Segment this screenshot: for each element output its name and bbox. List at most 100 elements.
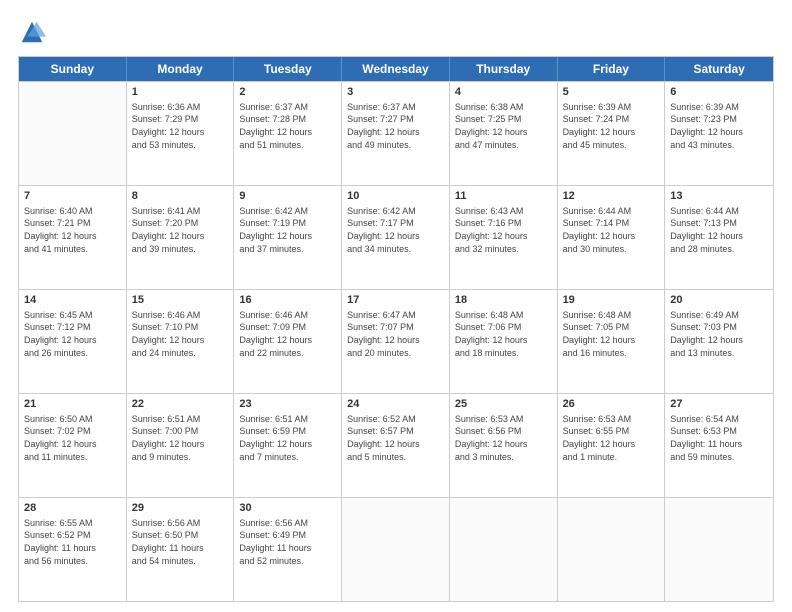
- calendar-row-2: 14Sunrise: 6:45 AMSunset: 7:12 PMDayligh…: [19, 289, 773, 393]
- day-number: 10: [347, 189, 444, 204]
- calendar-header: SundayMondayTuesdayWednesdayThursdayFrid…: [19, 57, 773, 81]
- calendar-row-0: 1Sunrise: 6:36 AMSunset: 7:29 PMDaylight…: [19, 81, 773, 185]
- cell-info: Sunrise: 6:38 AMSunset: 7:25 PMDaylight:…: [455, 101, 552, 151]
- cal-cell-24: 24Sunrise: 6:52 AMSunset: 6:57 PMDayligh…: [342, 394, 450, 497]
- day-number: 25: [455, 397, 552, 412]
- cell-info: Sunrise: 6:43 AMSunset: 7:16 PMDaylight:…: [455, 205, 552, 255]
- cell-info: Sunrise: 6:54 AMSunset: 6:53 PMDaylight:…: [670, 413, 768, 463]
- cal-cell-2: 2Sunrise: 6:37 AMSunset: 7:28 PMDaylight…: [234, 82, 342, 185]
- cal-cell-8: 8Sunrise: 6:41 AMSunset: 7:20 PMDaylight…: [127, 186, 235, 289]
- cell-info: Sunrise: 6:53 AMSunset: 6:56 PMDaylight:…: [455, 413, 552, 463]
- day-number: 13: [670, 189, 768, 204]
- weekday-header-wednesday: Wednesday: [342, 57, 450, 81]
- cal-cell-10: 10Sunrise: 6:42 AMSunset: 7:17 PMDayligh…: [342, 186, 450, 289]
- day-number: 12: [563, 189, 660, 204]
- day-number: 6: [670, 85, 768, 100]
- cal-cell-empty-0-0: [19, 82, 127, 185]
- day-number: 21: [24, 397, 121, 412]
- cell-info: Sunrise: 6:42 AMSunset: 7:19 PMDaylight:…: [239, 205, 336, 255]
- cal-cell-14: 14Sunrise: 6:45 AMSunset: 7:12 PMDayligh…: [19, 290, 127, 393]
- day-number: 14: [24, 293, 121, 308]
- weekday-header-friday: Friday: [558, 57, 666, 81]
- calendar-body: 1Sunrise: 6:36 AMSunset: 7:29 PMDaylight…: [19, 81, 773, 601]
- cal-cell-17: 17Sunrise: 6:47 AMSunset: 7:07 PMDayligh…: [342, 290, 450, 393]
- cal-cell-3: 3Sunrise: 6:37 AMSunset: 7:27 PMDaylight…: [342, 82, 450, 185]
- cal-cell-18: 18Sunrise: 6:48 AMSunset: 7:06 PMDayligh…: [450, 290, 558, 393]
- cal-cell-20: 20Sunrise: 6:49 AMSunset: 7:03 PMDayligh…: [665, 290, 773, 393]
- day-number: 23: [239, 397, 336, 412]
- header: [18, 18, 774, 46]
- day-number: 26: [563, 397, 660, 412]
- cal-cell-16: 16Sunrise: 6:46 AMSunset: 7:09 PMDayligh…: [234, 290, 342, 393]
- cell-info: Sunrise: 6:51 AMSunset: 6:59 PMDaylight:…: [239, 413, 336, 463]
- day-number: 5: [563, 85, 660, 100]
- day-number: 1: [132, 85, 229, 100]
- cell-info: Sunrise: 6:53 AMSunset: 6:55 PMDaylight:…: [563, 413, 660, 463]
- cal-cell-30: 30Sunrise: 6:56 AMSunset: 6:49 PMDayligh…: [234, 498, 342, 601]
- logo: [18, 18, 50, 46]
- cell-info: Sunrise: 6:49 AMSunset: 7:03 PMDaylight:…: [670, 309, 768, 359]
- cal-cell-5: 5Sunrise: 6:39 AMSunset: 7:24 PMDaylight…: [558, 82, 666, 185]
- cal-cell-13: 13Sunrise: 6:44 AMSunset: 7:13 PMDayligh…: [665, 186, 773, 289]
- day-number: 16: [239, 293, 336, 308]
- calendar: SundayMondayTuesdayWednesdayThursdayFrid…: [18, 56, 774, 602]
- logo-icon: [18, 18, 46, 46]
- cal-cell-21: 21Sunrise: 6:50 AMSunset: 7:02 PMDayligh…: [19, 394, 127, 497]
- cell-info: Sunrise: 6:48 AMSunset: 7:05 PMDaylight:…: [563, 309, 660, 359]
- day-number: 17: [347, 293, 444, 308]
- day-number: 20: [670, 293, 768, 308]
- day-number: 18: [455, 293, 552, 308]
- day-number: 9: [239, 189, 336, 204]
- cal-cell-empty-4-5: [558, 498, 666, 601]
- day-number: 4: [455, 85, 552, 100]
- day-number: 22: [132, 397, 229, 412]
- cell-info: Sunrise: 6:55 AMSunset: 6:52 PMDaylight:…: [24, 517, 121, 567]
- day-number: 7: [24, 189, 121, 204]
- day-number: 19: [563, 293, 660, 308]
- cell-info: Sunrise: 6:56 AMSunset: 6:50 PMDaylight:…: [132, 517, 229, 567]
- cell-info: Sunrise: 6:47 AMSunset: 7:07 PMDaylight:…: [347, 309, 444, 359]
- page: SundayMondayTuesdayWednesdayThursdayFrid…: [0, 0, 792, 612]
- cal-cell-11: 11Sunrise: 6:43 AMSunset: 7:16 PMDayligh…: [450, 186, 558, 289]
- weekday-header-tuesday: Tuesday: [234, 57, 342, 81]
- calendar-row-3: 21Sunrise: 6:50 AMSunset: 7:02 PMDayligh…: [19, 393, 773, 497]
- cell-info: Sunrise: 6:46 AMSunset: 7:09 PMDaylight:…: [239, 309, 336, 359]
- cell-info: Sunrise: 6:39 AMSunset: 7:24 PMDaylight:…: [563, 101, 660, 151]
- cal-cell-12: 12Sunrise: 6:44 AMSunset: 7:14 PMDayligh…: [558, 186, 666, 289]
- cal-cell-25: 25Sunrise: 6:53 AMSunset: 6:56 PMDayligh…: [450, 394, 558, 497]
- cell-info: Sunrise: 6:44 AMSunset: 7:13 PMDaylight:…: [670, 205, 768, 255]
- cal-cell-4: 4Sunrise: 6:38 AMSunset: 7:25 PMDaylight…: [450, 82, 558, 185]
- day-number: 24: [347, 397, 444, 412]
- cal-cell-empty-4-4: [450, 498, 558, 601]
- weekday-header-monday: Monday: [127, 57, 235, 81]
- cell-info: Sunrise: 6:50 AMSunset: 7:02 PMDaylight:…: [24, 413, 121, 463]
- cal-cell-19: 19Sunrise: 6:48 AMSunset: 7:05 PMDayligh…: [558, 290, 666, 393]
- weekday-header-sunday: Sunday: [19, 57, 127, 81]
- cell-info: Sunrise: 6:39 AMSunset: 7:23 PMDaylight:…: [670, 101, 768, 151]
- cell-info: Sunrise: 6:48 AMSunset: 7:06 PMDaylight:…: [455, 309, 552, 359]
- cell-info: Sunrise: 6:36 AMSunset: 7:29 PMDaylight:…: [132, 101, 229, 151]
- cal-cell-26: 26Sunrise: 6:53 AMSunset: 6:55 PMDayligh…: [558, 394, 666, 497]
- day-number: 3: [347, 85, 444, 100]
- cell-info: Sunrise: 6:40 AMSunset: 7:21 PMDaylight:…: [24, 205, 121, 255]
- cal-cell-9: 9Sunrise: 6:42 AMSunset: 7:19 PMDaylight…: [234, 186, 342, 289]
- day-number: 28: [24, 501, 121, 516]
- cell-info: Sunrise: 6:46 AMSunset: 7:10 PMDaylight:…: [132, 309, 229, 359]
- cell-info: Sunrise: 6:45 AMSunset: 7:12 PMDaylight:…: [24, 309, 121, 359]
- cal-cell-29: 29Sunrise: 6:56 AMSunset: 6:50 PMDayligh…: [127, 498, 235, 601]
- cell-info: Sunrise: 6:52 AMSunset: 6:57 PMDaylight:…: [347, 413, 444, 463]
- cal-cell-empty-4-6: [665, 498, 773, 601]
- day-number: 29: [132, 501, 229, 516]
- cal-cell-7: 7Sunrise: 6:40 AMSunset: 7:21 PMDaylight…: [19, 186, 127, 289]
- day-number: 15: [132, 293, 229, 308]
- cal-cell-28: 28Sunrise: 6:55 AMSunset: 6:52 PMDayligh…: [19, 498, 127, 601]
- calendar-row-1: 7Sunrise: 6:40 AMSunset: 7:21 PMDaylight…: [19, 185, 773, 289]
- day-number: 2: [239, 85, 336, 100]
- cell-info: Sunrise: 6:51 AMSunset: 7:00 PMDaylight:…: [132, 413, 229, 463]
- cell-info: Sunrise: 6:56 AMSunset: 6:49 PMDaylight:…: [239, 517, 336, 567]
- cell-info: Sunrise: 6:37 AMSunset: 7:28 PMDaylight:…: [239, 101, 336, 151]
- cell-info: Sunrise: 6:42 AMSunset: 7:17 PMDaylight:…: [347, 205, 444, 255]
- cal-cell-6: 6Sunrise: 6:39 AMSunset: 7:23 PMDaylight…: [665, 82, 773, 185]
- cal-cell-15: 15Sunrise: 6:46 AMSunset: 7:10 PMDayligh…: [127, 290, 235, 393]
- day-number: 11: [455, 189, 552, 204]
